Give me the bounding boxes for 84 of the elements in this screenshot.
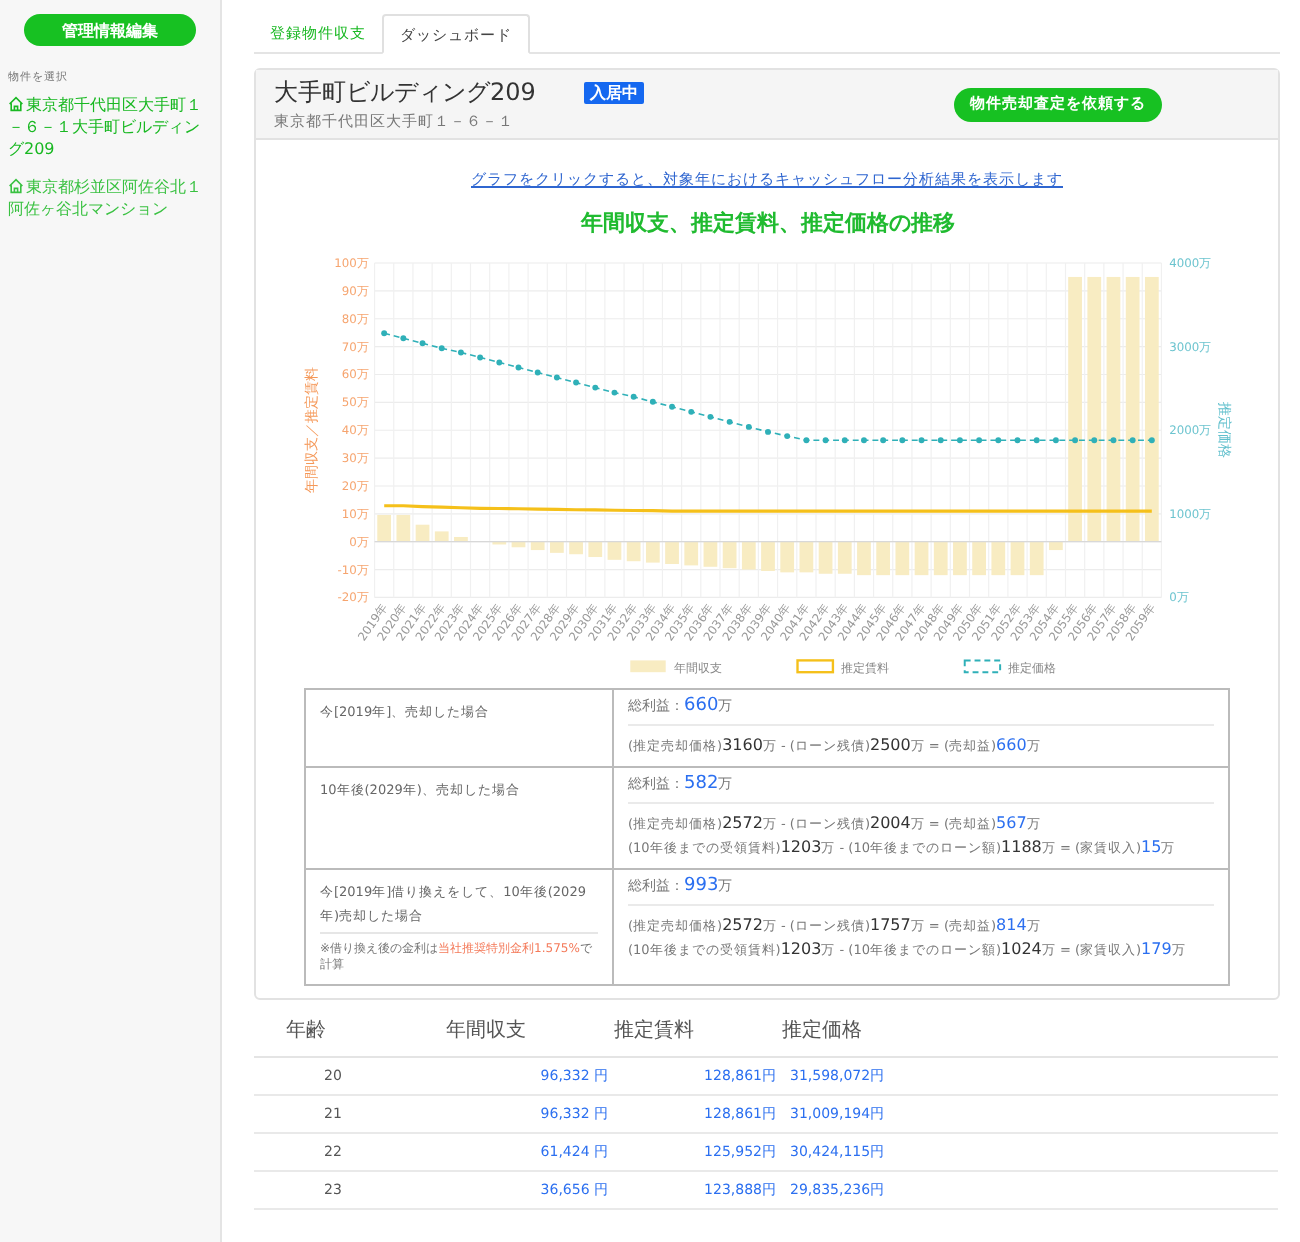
point	[1032, 437, 1039, 444]
point	[456, 349, 463, 356]
property-link[interactable]: 東京都杉並区阿佐谷北１阿佐ヶ谷北マンション	[8, 176, 212, 220]
column-header: 年齢	[254, 1006, 446, 1057]
point	[418, 340, 425, 347]
point	[1090, 437, 1097, 444]
point	[783, 433, 790, 440]
bar	[644, 541, 659, 563]
point	[860, 437, 866, 444]
bar	[740, 541, 755, 570]
point	[975, 437, 982, 444]
point	[437, 345, 444, 352]
bar	[433, 531, 448, 542]
bar	[817, 541, 832, 574]
point	[687, 408, 694, 415]
point	[994, 437, 1001, 444]
column-header: 推定賃料	[614, 1006, 782, 1057]
column-header: 推定価格	[782, 1006, 1278, 1057]
point	[629, 393, 636, 400]
point	[898, 437, 905, 444]
edit-info-button[interactable]: 管理情報編集	[24, 14, 196, 46]
bar	[971, 541, 985, 576]
bar	[913, 541, 928, 576]
point	[936, 437, 943, 444]
bar	[529, 541, 544, 551]
legend-swatch	[629, 660, 665, 673]
column-header: 年間収支	[446, 1006, 614, 1057]
bar	[856, 541, 870, 576]
point	[572, 379, 579, 386]
point	[610, 389, 617, 396]
bar	[683, 541, 698, 566]
point	[802, 437, 809, 444]
point	[744, 423, 751, 430]
bar	[1048, 541, 1062, 551]
point	[514, 364, 521, 371]
point	[1013, 437, 1020, 444]
point	[591, 384, 598, 391]
house-icon	[8, 96, 24, 112]
legend-swatch	[795, 659, 834, 674]
chart-title: 年間収支、推定賃料、推定価格の推移	[580, 209, 954, 236]
point	[668, 403, 674, 410]
bar	[453, 536, 467, 542]
bar	[510, 541, 525, 548]
point	[917, 437, 924, 444]
point	[552, 374, 559, 381]
point	[495, 359, 502, 366]
bar	[702, 541, 717, 567]
point	[725, 418, 732, 425]
bar	[664, 541, 678, 564]
legend-swatch	[962, 659, 1001, 674]
bar	[395, 514, 410, 542]
bar	[894, 541, 909, 576]
house-icon	[8, 178, 24, 194]
point	[1109, 437, 1116, 444]
bar	[990, 541, 1005, 576]
bar	[376, 514, 391, 542]
point	[380, 330, 387, 337]
point	[1128, 437, 1135, 444]
bar	[1028, 541, 1043, 576]
bar	[875, 541, 890, 576]
bar	[836, 541, 851, 574]
bar	[798, 541, 813, 573]
bar	[779, 541, 794, 573]
point	[821, 437, 828, 444]
bar	[952, 541, 966, 576]
bar	[1009, 541, 1024, 576]
point	[706, 413, 713, 420]
point	[533, 369, 540, 376]
bar	[549, 541, 563, 553]
bar	[721, 541, 736, 569]
property-link[interactable]: 東京都千代田区大手町１－６－１大手町ビルディング209	[8, 94, 212, 160]
point	[476, 354, 483, 361]
bar	[414, 524, 429, 542]
point	[648, 398, 655, 405]
point	[764, 428, 770, 435]
point	[840, 437, 847, 444]
point	[879, 437, 886, 444]
point	[399, 335, 406, 342]
bar	[760, 541, 774, 571]
bar	[625, 541, 640, 562]
status-badge: 入居中	[583, 82, 644, 104]
point	[1071, 437, 1078, 444]
property-name: 大手町ビルディング209	[274, 76, 536, 110]
bar	[932, 541, 947, 576]
